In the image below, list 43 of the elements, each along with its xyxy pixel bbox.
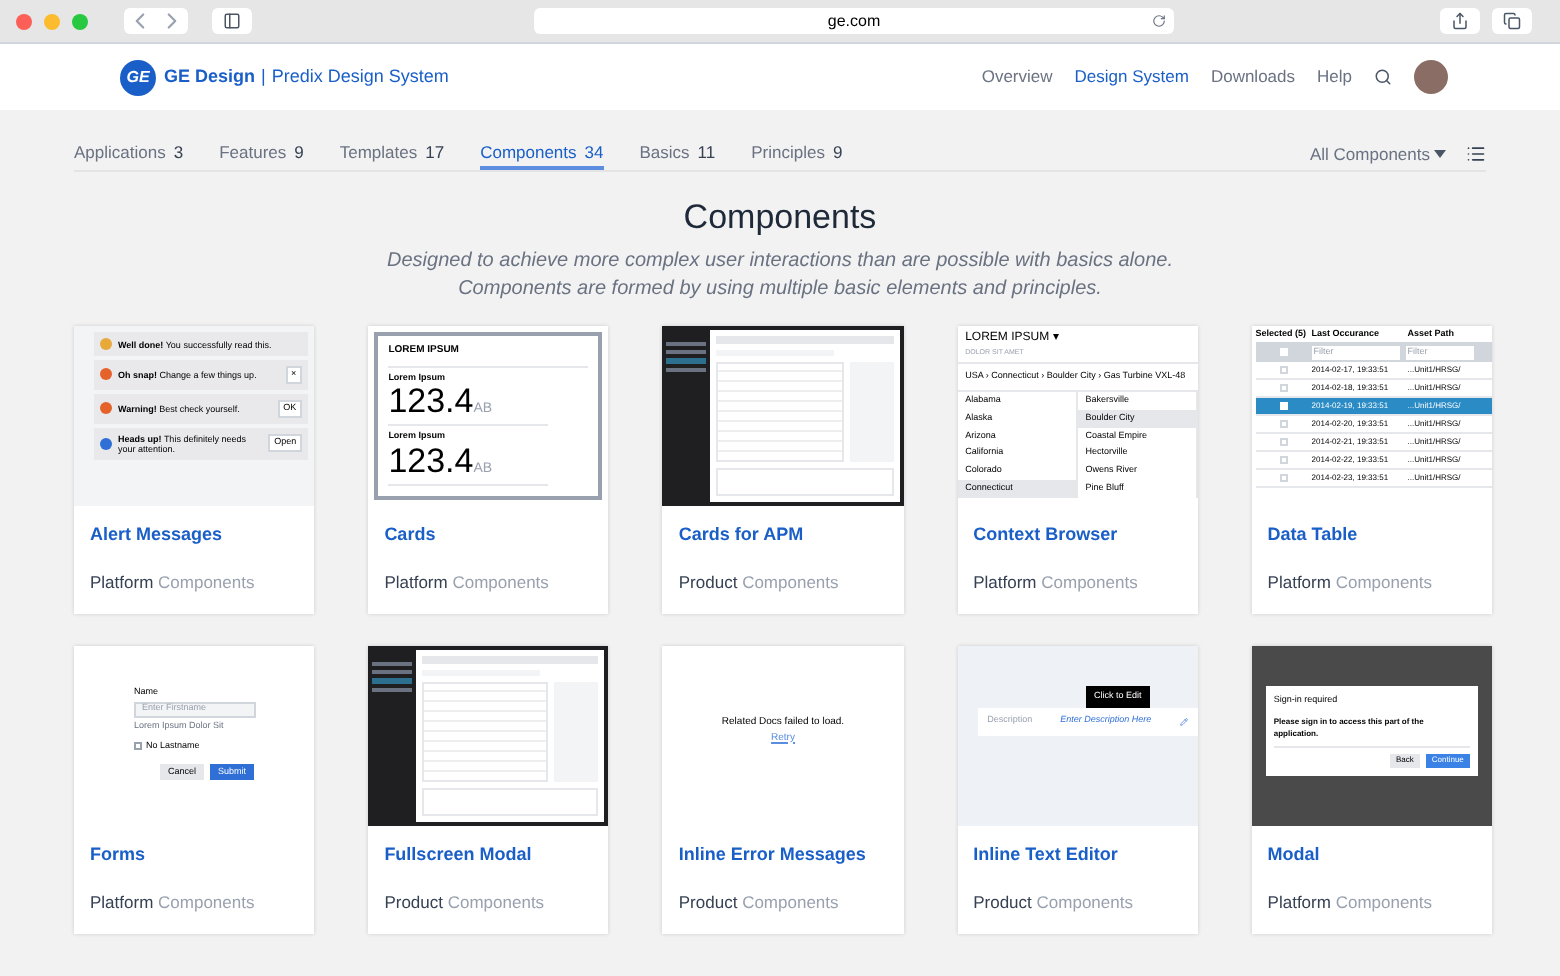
category-tab[interactable]: Components 34 [480,138,604,170]
brand-name[interactable]: GE Design [164,63,256,91]
category-tab[interactable]: Principles 9 [751,138,843,170]
nav-link[interactable]: Overview [981,64,1053,90]
card-title[interactable]: Inline Error Messages [662,842,904,869]
category-tab[interactable]: Basics 11 [639,138,716,170]
component-card[interactable]: Fullscreen Modal Product Components [368,646,609,934]
nav-link[interactable]: Downloads [1210,64,1296,90]
address-bar[interactable]: ge.com [534,8,1174,34]
tile-value: 123.4 [388,444,474,480]
card-category: Platform Components [88,890,257,916]
card-category: Platform Components [1265,570,1435,596]
card-category: Platform Components [1265,890,1435,916]
nav-link[interactable]: Design System [1074,64,1189,90]
page-description: Designed to achieve more complex user interactions than are possible with basics alone. [387,248,1173,276]
page-heading: Components [681,196,879,240]
card-category: Platform Components [88,570,257,596]
page-description: Components are formed by using multiple basic elements and principles. [458,276,1102,304]
card-category: Platform Components [971,570,1140,596]
brand-separator: | [261,63,266,90]
card-category: Platform Components [382,570,551,596]
filter-dropdown[interactable]: All Components [1309,141,1446,167]
category-tab[interactable]: Templates 17 [339,138,445,170]
card-title[interactable]: Forms [74,842,315,869]
ge-logo[interactable]: GE [120,59,156,95]
card-category: Product Components [676,890,841,916]
category-tab[interactable]: Applications 3 [74,138,184,170]
card-title[interactable]: Cards for APM [662,522,904,549]
card-category: Product Components [971,890,1135,916]
card-category: Product Components [676,570,841,596]
product-name[interactable]: Predix Design System [271,63,449,91]
category-tab[interactable]: Features 9 [219,138,304,170]
tile-value: 123.4 [388,384,474,421]
card-category: Product Components [382,890,547,916]
card-title[interactable]: Fullscreen Modal [368,842,609,869]
card-title[interactable]: Alert Messages [74,522,315,549]
component-card[interactable]: Cards for APM Product Components [662,326,904,614]
card-title[interactable]: Modal [1251,842,1492,869]
card-title[interactable]: Context Browser [957,522,1198,549]
nav-link[interactable]: Help [1317,64,1352,90]
card-title[interactable]: Inline Text Editor [957,842,1198,869]
card-title[interactable]: Data Table [1251,522,1492,549]
card-title[interactable]: Cards [368,522,609,549]
